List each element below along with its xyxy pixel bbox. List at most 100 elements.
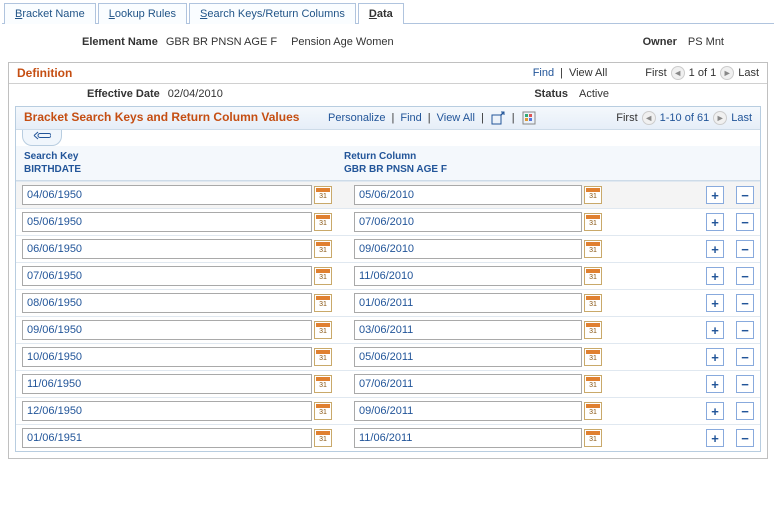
add-row-button[interactable]: +	[706, 348, 724, 366]
calendar-icon[interactable]	[584, 267, 602, 285]
calendar-icon[interactable]	[584, 186, 602, 204]
grid-find[interactable]: Find	[400, 112, 421, 124]
return-column-input[interactable]	[354, 374, 582, 394]
add-row-button[interactable]: +	[706, 213, 724, 231]
calendar-icon[interactable]	[584, 375, 602, 393]
return-column-input[interactable]	[354, 320, 582, 340]
add-row-button[interactable]: +	[706, 429, 724, 447]
tab-search-keys[interactable]: Search Keys/Return Columns	[189, 3, 356, 24]
definition-next-icon[interactable]: ►	[720, 66, 734, 80]
add-row-button[interactable]: +	[706, 186, 724, 204]
grid-last[interactable]: Last	[731, 112, 752, 124]
grid-prev-icon[interactable]: ◄	[642, 111, 656, 125]
eff-date-label: Effective Date	[87, 88, 160, 100]
search-key-input[interactable]	[22, 320, 312, 340]
tab-data[interactable]: Data	[358, 3, 404, 24]
add-row-button[interactable]: +	[706, 402, 724, 420]
calendar-icon[interactable]	[314, 213, 332, 231]
calendar-icon[interactable]	[584, 321, 602, 339]
col-header-search-key[interactable]: Search Key BIRTHDATE	[24, 150, 344, 176]
delete-row-button[interactable]: −	[736, 294, 754, 312]
header-row: Element Name GBR BR PNSN AGE F Pension A…	[2, 24, 774, 58]
return-column-input[interactable]	[354, 185, 582, 205]
delete-row-button[interactable]: −	[736, 213, 754, 231]
calendar-icon[interactable]	[314, 402, 332, 420]
add-row-button[interactable]: +	[706, 240, 724, 258]
return-column-input[interactable]	[354, 239, 582, 259]
calendar-icon[interactable]	[584, 294, 602, 312]
calendar-icon[interactable]	[314, 375, 332, 393]
search-key-input[interactable]	[22, 266, 312, 286]
grid-title: Bracket Search Keys and Return Column Va…	[24, 110, 324, 126]
calendar-icon[interactable]	[314, 348, 332, 366]
tab-bracket-name[interactable]: Bracket Name	[4, 3, 96, 24]
grid-view-all[interactable]: View All	[437, 112, 475, 124]
owner-value: PS Mnt	[688, 36, 724, 48]
calendar-icon[interactable]	[584, 429, 602, 447]
calendar-icon[interactable]	[314, 429, 332, 447]
table-row: +−	[16, 236, 760, 263]
col-header-return-column[interactable]: Return Column GBR BR PNSN AGE F	[344, 150, 644, 176]
return-column-input[interactable]	[354, 401, 582, 421]
table-row: +−	[16, 398, 760, 425]
search-key-input[interactable]	[22, 374, 312, 394]
definition-prev-icon[interactable]: ◄	[671, 66, 685, 80]
collapse-toggle[interactable]	[22, 130, 62, 146]
delete-row-button[interactable]: −	[736, 186, 754, 204]
search-key-input[interactable]	[22, 293, 312, 313]
grid-panel: Bracket Search Keys and Return Column Va…	[15, 106, 761, 452]
calendar-icon[interactable]	[584, 240, 602, 258]
delete-row-button[interactable]: −	[736, 321, 754, 339]
download-icon[interactable]	[521, 110, 537, 126]
search-key-input[interactable]	[22, 428, 312, 448]
delete-row-button[interactable]: −	[736, 402, 754, 420]
search-key-input[interactable]	[22, 239, 312, 259]
return-column-input[interactable]	[354, 428, 582, 448]
calendar-icon[interactable]	[584, 213, 602, 231]
calendar-icon[interactable]	[314, 240, 332, 258]
delete-row-button[interactable]: −	[736, 348, 754, 366]
grid-range[interactable]: 1-10 of 61	[660, 112, 710, 124]
search-key-input[interactable]	[22, 347, 312, 367]
table-row: +−	[16, 209, 760, 236]
search-key-input[interactable]	[22, 185, 312, 205]
delete-row-button[interactable]: −	[736, 375, 754, 393]
delete-row-button[interactable]: −	[736, 240, 754, 258]
definition-view-all: View All	[569, 67, 607, 79]
search-key-input[interactable]	[22, 212, 312, 232]
calendar-icon[interactable]	[314, 294, 332, 312]
add-row-button[interactable]: +	[706, 375, 724, 393]
calendar-icon[interactable]	[584, 348, 602, 366]
search-key-input[interactable]	[22, 401, 312, 421]
add-row-button[interactable]: +	[706, 321, 724, 339]
calendar-icon[interactable]	[314, 321, 332, 339]
table-row: +−	[16, 317, 760, 344]
return-column-input[interactable]	[354, 347, 582, 367]
element-desc: Pension Age Women	[291, 36, 394, 48]
calendar-icon[interactable]	[314, 267, 332, 285]
grid-next-icon[interactable]: ►	[713, 111, 727, 125]
add-row-button[interactable]: +	[706, 267, 724, 285]
table-row: +−	[16, 344, 760, 371]
calendar-icon[interactable]	[314, 186, 332, 204]
definition-find[interactable]: Find	[533, 67, 554, 79]
delete-row-button[interactable]: −	[736, 429, 754, 447]
eff-date-value: 02/04/2010	[168, 88, 223, 100]
definition-first: First	[645, 67, 666, 79]
definition-title: Definition	[17, 66, 72, 80]
grid-first: First	[616, 112, 637, 124]
grid-personalize[interactable]: Personalize	[328, 112, 385, 124]
add-row-button[interactable]: +	[706, 294, 724, 312]
status-value: Active	[579, 88, 609, 100]
table-row: +−	[16, 182, 760, 209]
return-column-input[interactable]	[354, 212, 582, 232]
calendar-icon[interactable]	[584, 402, 602, 420]
tab-lookup-rules[interactable]: Lookup Rules	[98, 3, 187, 24]
return-column-input[interactable]	[354, 293, 582, 313]
zoom-icon[interactable]	[490, 110, 506, 126]
delete-row-button[interactable]: −	[736, 267, 754, 285]
table-row: +−	[16, 425, 760, 452]
table-row: +−	[16, 290, 760, 317]
definition-last: Last	[738, 67, 759, 79]
return-column-input[interactable]	[354, 266, 582, 286]
